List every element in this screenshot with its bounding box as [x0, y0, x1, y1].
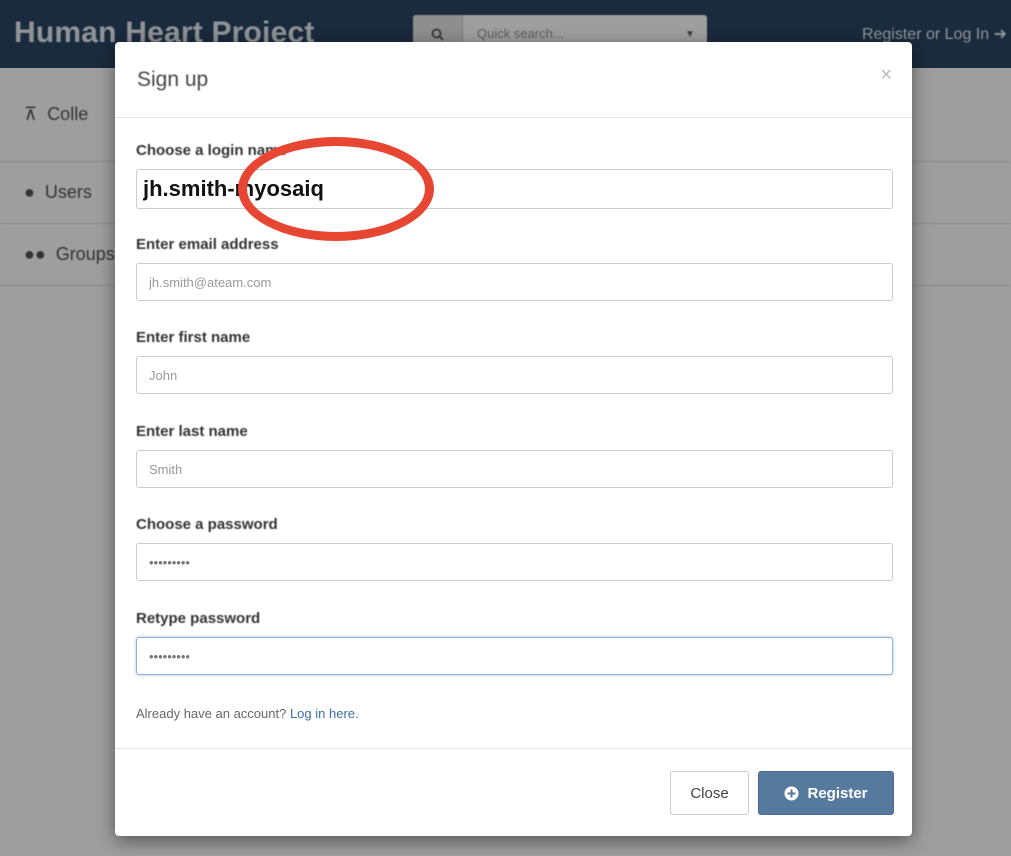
- password-label: Choose a password: [136, 516, 278, 533]
- register-label: Register: [807, 784, 868, 802]
- last-name-input[interactable]: [136, 450, 893, 488]
- last-name-label: Enter last name: [136, 423, 248, 440]
- close-button[interactable]: Close: [670, 771, 749, 815]
- already-text: Already have an account?: [136, 706, 287, 721]
- retype-password-input[interactable]: [136, 637, 893, 675]
- signup-modal: Sign up × Choose a login name Enter emai…: [115, 42, 912, 836]
- last-name-field-group: Enter last name: [136, 423, 893, 488]
- retype-password-field-group: Retype password: [136, 610, 893, 675]
- login-link[interactable]: Log in here.: [290, 706, 359, 721]
- register-button[interactable]: Register: [758, 771, 894, 815]
- retype-password-label: Retype password: [136, 610, 261, 627]
- login-label: Choose a login name: [136, 142, 287, 159]
- first-name-field-group: Enter first name: [136, 329, 893, 394]
- modal-header: Sign up ×: [115, 42, 912, 118]
- email-field-group: Enter email address: [136, 236, 893, 301]
- plus-circle-icon: [784, 786, 799, 800]
- first-name-label: Enter first name: [136, 329, 251, 346]
- annotation-circle: [238, 137, 434, 241]
- login-prompt: Already have an account? Log in here.: [136, 706, 359, 721]
- close-icon[interactable]: ×: [880, 64, 892, 87]
- modal-title: Sign up: [137, 68, 209, 91]
- first-name-input[interactable]: [136, 356, 893, 394]
- email-input[interactable]: [136, 263, 893, 301]
- password-input[interactable]: [136, 543, 893, 581]
- modal-footer: Close Register: [115, 748, 912, 836]
- email-label: Enter email address: [136, 236, 279, 253]
- password-field-group: Choose a password: [136, 516, 893, 581]
